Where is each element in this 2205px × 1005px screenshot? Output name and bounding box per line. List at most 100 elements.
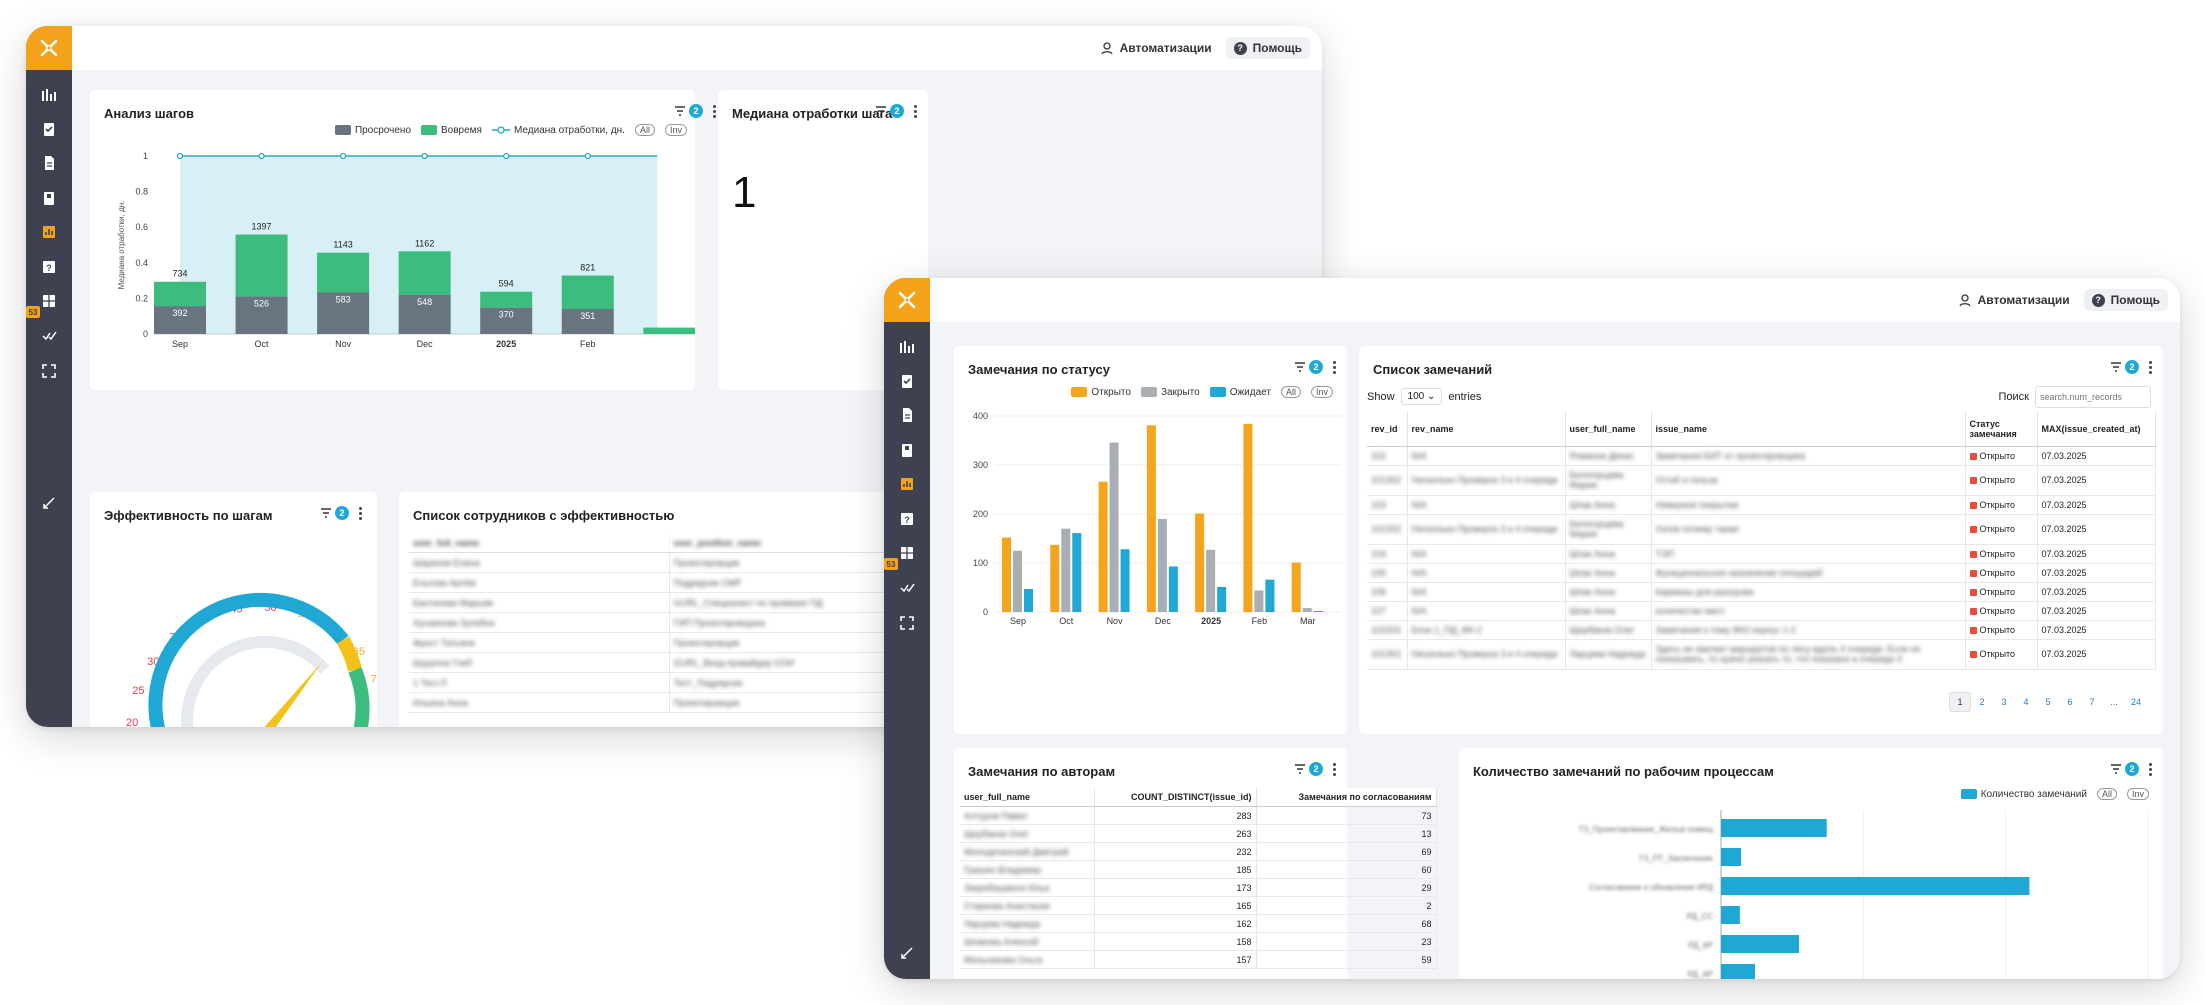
table-row[interactable]: Шурупов Глеб GURL_Вход-провайдер СОИ	[409, 652, 929, 673]
nav-reports-icon[interactable]	[26, 80, 72, 110]
table-row[interactable]: Ельтова Артём Подрядчик СМР	[409, 572, 929, 593]
nav-collapse-icon[interactable]	[884, 938, 930, 968]
table-row[interactable]: 103 N/A Шпак Анна Неверное покрытие Открыто 0…	[1367, 495, 2156, 515]
table-row[interactable]: Бахтинова Марьям GURL_Специалист по прове…	[409, 592, 929, 613]
page-link[interactable]: 2	[1971, 692, 1993, 712]
page-link[interactable]: 1	[1949, 692, 1971, 712]
card-tools: 2	[876, 104, 918, 118]
table-cell: 59	[1256, 950, 1437, 969]
table-cell: Несколько Проверок 3 и 4 очереди	[1407, 514, 1566, 545]
y-tick-label: РД_АР	[1688, 970, 1713, 979]
nav-check-icon[interactable]	[26, 320, 72, 350]
x-tick-label: Feb	[580, 339, 596, 349]
nav-tasks-icon[interactable]	[884, 366, 930, 396]
column-header[interactable]: rev_name	[1407, 412, 1566, 447]
table-row[interactable]: 104 N/A Шпак Анна ТЭП Открыто 07.03.2025	[1367, 544, 2156, 564]
nav-clipboard-icon[interactable]	[884, 435, 930, 465]
nav-expand-icon[interactable]	[884, 608, 930, 638]
table-row[interactable]: Щербаков Олег 263 13	[960, 824, 1437, 843]
table-row[interactable]: 102 N/A Романов Денис Замечания БИТ от прое…	[1367, 446, 2156, 466]
bar-closed	[1302, 608, 1312, 612]
table-row[interactable]: Мельникова Ольга 157 59	[960, 950, 1437, 969]
column-header[interactable]: user_full_name	[1565, 412, 1652, 447]
table-row[interactable]: Хусаинова Зулейха ГИП Проектировщика	[409, 612, 929, 633]
column-header[interactable]: issue_name	[1651, 412, 1966, 447]
table-row[interactable]: Фрост Татьяна Проектировщик	[409, 632, 929, 653]
more-menu-icon[interactable]	[914, 104, 918, 118]
table-row[interactable]: Ильина Анна Проектировщик	[409, 692, 929, 713]
nav-analytics-icon[interactable]	[884, 469, 930, 499]
more-menu-icon[interactable]	[2149, 360, 2153, 374]
more-menu-icon[interactable]	[1333, 762, 1337, 776]
bar-total-label: 821	[580, 263, 595, 273]
table-cell: 60	[1256, 860, 1437, 879]
nav-document-icon[interactable]	[26, 148, 72, 178]
table-row[interactable]: 102202 Блок 1_ПД_ФК-2 Щербаков Олег Замечан…	[1367, 620, 2156, 640]
nav-expand-icon[interactable]	[26, 356, 72, 386]
status-cell: Открыто	[1965, 446, 2038, 466]
table-row[interactable]: 1 Тест.Л Тест_Подрядчик	[409, 672, 929, 693]
column-header[interactable]: MAX(issue_created_at)	[2037, 412, 2156, 447]
table-cell: N/A	[1407, 495, 1566, 515]
table-row[interactable]: 101302 Несколько Проверок 3 и 4 очереди Бе…	[1367, 465, 2156, 496]
column-header[interactable]: Статус замечания	[1965, 412, 2038, 447]
bar-value-label: 351	[580, 311, 595, 321]
nav-clipboard-icon[interactable]	[26, 183, 72, 213]
page-link[interactable]: ...	[2103, 692, 2125, 712]
nav-help-icon[interactable]: ?	[26, 252, 72, 282]
automations-button[interactable]: Автоматизации	[1950, 289, 2078, 311]
table-row[interactable]: Гришин Владимир 185 60	[960, 860, 1437, 879]
nav-collapse-icon[interactable]	[26, 488, 72, 518]
page-link[interactable]: 7	[2081, 692, 2103, 712]
filter-button[interactable]: 2	[1295, 762, 1323, 776]
table-row[interactable]: 105 N/A Шпак Анна Функциональное назначение…	[1367, 563, 2156, 583]
table-row[interactable]: 101302 Несколько Проверок 3 и 4 очереди Бе…	[1367, 514, 2156, 545]
column-header[interactable]: rev_id	[1367, 412, 1408, 447]
bar-closed	[1013, 550, 1022, 612]
nav-help-icon[interactable]: ?	[884, 504, 930, 534]
table-row[interactable]: Ларцева Надежда 162 68	[960, 914, 1437, 933]
filter-button[interactable]: 2	[2111, 360, 2139, 374]
table-row[interactable]: Старкова Анастасия 165 2	[960, 896, 1437, 915]
nav-check-icon[interactable]	[884, 572, 930, 602]
search-input[interactable]	[2035, 386, 2151, 408]
app-logo[interactable]	[26, 26, 72, 70]
page-link[interactable]: 4	[2015, 692, 2037, 712]
table-row[interactable]: Алтуров Павел 283 73	[960, 806, 1437, 825]
nav-document-icon[interactable]	[884, 400, 930, 430]
table-row[interactable]: Шпакова Алексей 158 23	[960, 932, 1437, 951]
column-header[interactable]: user_full_name	[960, 788, 1095, 807]
table-cell: N/A	[1407, 582, 1566, 602]
table-row[interactable]: Закребашвили Илья 173 29	[960, 878, 1437, 897]
table-cell: 101302	[1367, 514, 1408, 545]
automations-button[interactable]: Автоматизации	[1092, 37, 1220, 59]
table-row[interactable]: 106 N/A Шпак Анна Карманы для разгрузки Откр…	[1367, 582, 2156, 602]
column-header[interactable]: Замечания по согласованиям	[1256, 788, 1437, 807]
page-link[interactable]: 24	[2125, 692, 2147, 712]
table-row[interactable]: Молодечинский Дмитрий 232 69	[960, 842, 1437, 861]
more-menu-icon[interactable]	[713, 104, 717, 118]
table-row[interactable]: 101302 Несколько Проверок 3 и 4 очереди Ла…	[1367, 639, 2156, 670]
app-logo[interactable]	[884, 278, 930, 322]
help-button[interactable]: ? Помощь	[1225, 37, 1310, 59]
entries-select[interactable]: 100 ⌄	[1400, 388, 1443, 405]
table-cell: 157	[1094, 950, 1257, 969]
nav-tasks-icon[interactable]	[26, 114, 72, 144]
table-row[interactable]: Шарипов Елена Проектировщик	[409, 552, 929, 573]
status-cell: Открыто	[1965, 465, 2038, 496]
page-link[interactable]: 5	[2037, 692, 2059, 712]
status-label: Открыто	[1979, 475, 2016, 485]
filter-button[interactable]: 2	[876, 104, 904, 118]
page-link[interactable]: 3	[1993, 692, 2015, 712]
svg-text:?: ?	[904, 515, 910, 525]
column-header[interactable]: user_full_name	[409, 534, 670, 553]
issues-list-card: Список замечаний 2 Show 100 ⌄ entries По…	[1359, 346, 2163, 734]
table-cell: Ларцева Надежда	[1565, 639, 1652, 670]
issues-table: rev_id rev_name user_full_name issue_nam…	[1367, 412, 2156, 670]
column-header[interactable]: COUNT_DISTINCT(issue_id)	[1094, 788, 1257, 807]
table-row[interactable]: 107 N/A Шпак Анна количество мест Открыто 07.…	[1367, 601, 2156, 621]
help-button[interactable]: ? Помощь	[2083, 289, 2168, 311]
page-link[interactable]: 6	[2059, 692, 2081, 712]
nav-analytics-icon[interactable]	[26, 217, 72, 247]
nav-reports-icon[interactable]	[884, 332, 930, 362]
